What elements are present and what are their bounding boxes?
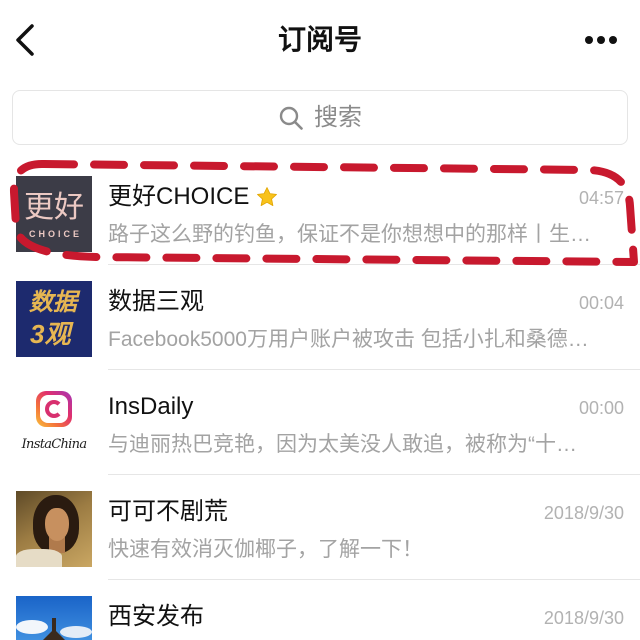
account-time: 04:57	[578, 188, 624, 208]
account-avatar	[16, 491, 92, 567]
account-avatar	[16, 596, 92, 640]
account-row[interactable]: 数据 3观 数据三观 00:04 Facebook5000万用户账户被攻击 包括…	[0, 265, 640, 370]
account-avatar: 数据 3观	[16, 281, 92, 357]
account-row[interactable]: InstaChina InsDaily 00:00 与迪丽热巴竞艳，因为太美没人…	[0, 370, 640, 475]
account-preview: 与迪丽热巴竞艳，因为太美没人敢追，被称为“十…	[108, 433, 577, 456]
instagram-logo-icon	[36, 391, 72, 427]
avatar-logo-subtext: CHOICE	[28, 229, 82, 239]
account-row[interactable]: 更好 CHOICE 更好CHOICE 04:57 路子这么野的钓鱼，保证不是你想…	[0, 160, 640, 265]
account-name: InsDaily	[108, 393, 194, 420]
account-time: 00:04	[578, 293, 624, 313]
account-preview: Facebook5000万用户账户被攻击 包括小扎和桑德…	[108, 328, 589, 351]
avatar-logo-text: 数据	[29, 289, 77, 316]
account-name: 更好CHOICE	[108, 183, 250, 210]
account-name: 数据三观	[108, 288, 204, 315]
account-preview: 快速有效消灭伽椰子，了解一下！	[108, 538, 423, 561]
account-row[interactable]: 西安发布 2018/9/30	[0, 580, 640, 640]
account-name: 西安发布	[108, 603, 204, 630]
account-time: 2018/9/30	[543, 608, 624, 628]
account-time: 00:00	[578, 398, 624, 418]
avatar-logo-text: 更好	[24, 191, 84, 224]
account-avatar: InstaChina	[16, 386, 92, 462]
account-name-line: 更好CHOICE	[108, 182, 279, 212]
logo-inner-frame	[40, 395, 68, 423]
chevron-left-icon[interactable]	[8, 20, 40, 60]
nav-header: 订阅号	[0, 0, 640, 80]
account-row[interactable]: 可可不剧荒 2018/9/30 快速有效消灭伽椰子，了解一下！	[0, 475, 640, 580]
account-avatar: 更好 CHOICE	[16, 176, 92, 252]
avatar-cloud-shape	[16, 620, 48, 634]
search-icon	[279, 106, 303, 130]
avatar-logo-text: InstaChina	[21, 437, 87, 452]
account-name-line: 数据三观	[108, 287, 204, 317]
account-name-line: InsDaily	[108, 392, 193, 422]
avatar-cloud-shape	[60, 626, 92, 638]
more-icon[interactable]	[578, 28, 624, 52]
account-name-line: 可可不剧荒	[108, 497, 228, 527]
account-time: 2018/9/30	[543, 503, 624, 523]
search-placeholder: 搜索	[314, 103, 362, 131]
star-icon	[257, 187, 278, 206]
logo-c-mark	[45, 400, 63, 418]
avatar-logo-subtext: 3观	[30, 319, 71, 349]
account-name: 可可不剧荒	[108, 498, 228, 525]
page-title: 订阅号	[277, 24, 362, 55]
avatar-face-shape	[45, 508, 69, 541]
search-input[interactable]: 搜索	[12, 90, 628, 145]
avatar-shirt-shape	[16, 549, 62, 567]
account-name-line: 西安发布	[108, 602, 204, 632]
account-preview: 路子这么野的钓鱼，保证不是你想想中的那样丨生…	[108, 223, 591, 246]
